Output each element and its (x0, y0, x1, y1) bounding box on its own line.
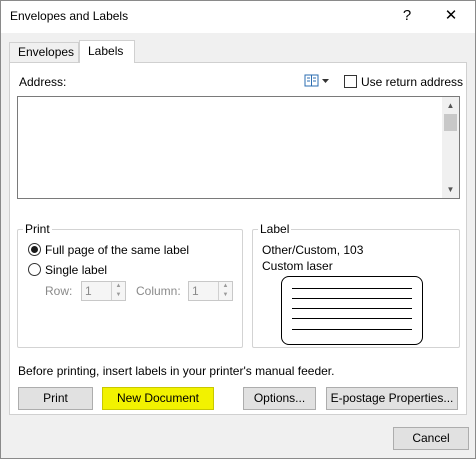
new-document-button[interactable]: New Document (102, 387, 214, 410)
label-preview-line (292, 298, 412, 299)
column-spinner-buttons: ▲ ▼ (218, 282, 232, 300)
options-button[interactable]: Options... (243, 387, 316, 410)
row-down-icon[interactable]: ▼ (112, 291, 125, 300)
scroll-up-icon[interactable]: ▲ (442, 97, 459, 114)
column-label: Column: (136, 284, 181, 298)
e-postage-properties-button[interactable]: E-postage Properties... (326, 387, 458, 410)
title-bar: Envelopes and Labels ? ✕ (1, 1, 475, 33)
cancel-button[interactable]: Cancel (393, 427, 469, 450)
tab-labels[interactable]: Labels (79, 40, 135, 63)
row-label: Row: (45, 284, 73, 298)
envelopes-labels-dialog: Envelopes and Labels ? ✕ Envelopes Label… (0, 0, 476, 459)
scroll-down-icon[interactable]: ▼ (442, 181, 459, 198)
label-preview[interactable] (281, 276, 423, 345)
use-return-address-label: Use return address (361, 75, 464, 89)
print-button[interactable]: Print (18, 387, 93, 410)
label-preview-line (292, 329, 412, 330)
row-spinner-buttons: ▲ ▼ (111, 282, 125, 300)
full-page-label: Full page of the same label (45, 243, 190, 257)
full-page-radio[interactable] (28, 243, 41, 256)
tab-envelopes[interactable]: Envelopes (9, 42, 79, 63)
help-button[interactable]: ? (397, 5, 417, 27)
single-label-label: Single label (45, 263, 108, 277)
address-textarea[interactable]: ▲ ▼ (17, 96, 460, 199)
dialog-title: Envelopes and Labels (10, 9, 129, 23)
row-value: 1 (85, 284, 92, 298)
close-button[interactable]: ✕ (437, 5, 465, 27)
label-preview-line (292, 308, 412, 309)
row-up-icon[interactable]: ▲ (112, 282, 125, 291)
column-down-icon[interactable]: ▼ (219, 291, 232, 300)
column-up-icon[interactable]: ▲ (219, 282, 232, 291)
address-scrollbar[interactable]: ▲ ▼ (442, 97, 459, 198)
row-spinner[interactable]: 1 ▲ ▼ (81, 281, 126, 301)
print-group: Print Full page of the same label Single… (17, 222, 243, 348)
label-group: Label Other/Custom, 103 Custom laser (252, 222, 460, 348)
address-book-icon[interactable] (304, 73, 332, 89)
use-return-address-checkbox[interactable] (344, 75, 357, 88)
address-label: Address: (19, 75, 67, 89)
label-preview-line (292, 288, 412, 289)
column-value: 1 (192, 284, 199, 298)
label-preview-line (292, 318, 412, 319)
single-label-radio[interactable] (28, 263, 41, 276)
labels-panel: Address: Use return address ▲ ▼ Print Fu… (9, 62, 467, 415)
label-group-title: Label (258, 222, 292, 236)
print-group-title: Print (23, 222, 52, 236)
tab-labels-label: Labels (88, 44, 124, 58)
label-product-type: Custom laser (262, 259, 333, 273)
tab-envelopes-label: Envelopes (18, 45, 75, 59)
label-product-name: Other/Custom, 103 (262, 243, 364, 257)
printing-note: Before printing, insert labels in your p… (18, 364, 335, 378)
scroll-thumb[interactable] (444, 114, 457, 131)
column-spinner[interactable]: 1 ▲ ▼ (188, 281, 233, 301)
